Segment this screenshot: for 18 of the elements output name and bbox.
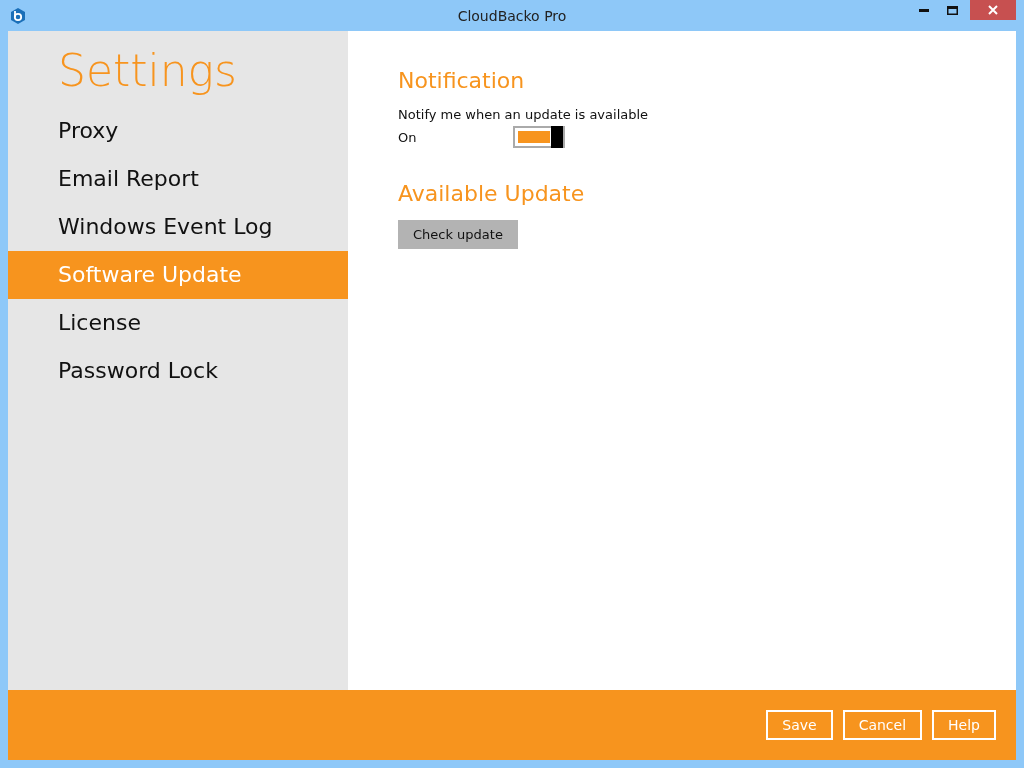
toggle-state-text: On: [398, 129, 418, 145]
window-title: CloudBacko Pro: [456, 7, 568, 24]
settings-title: Settings: [57, 44, 238, 98]
sidebar-item[interactable]: Email Report: [8, 155, 348, 203]
check-update-button[interactable]: Check update: [398, 220, 518, 249]
toggle-switch[interactable]: [513, 126, 565, 148]
sidebar-item[interactable]: Windows Event Log: [8, 203, 348, 251]
sidebar-item[interactable]: Proxy: [8, 107, 348, 155]
section-heading: Notification: [398, 67, 526, 95]
close-icon: [988, 5, 998, 15]
section-heading: Available Update: [398, 180, 586, 208]
sidebar-item[interactable]: License: [8, 299, 348, 347]
sidebar-item[interactable]: Password Lock: [8, 347, 348, 395]
close-button[interactable]: [970, 0, 1016, 20]
maximize-icon: [946, 5, 958, 15]
app-logo-icon: [10, 7, 26, 24]
minimize-icon: [919, 8, 929, 12]
notify-label: Notify me when an update is available: [398, 107, 650, 122]
